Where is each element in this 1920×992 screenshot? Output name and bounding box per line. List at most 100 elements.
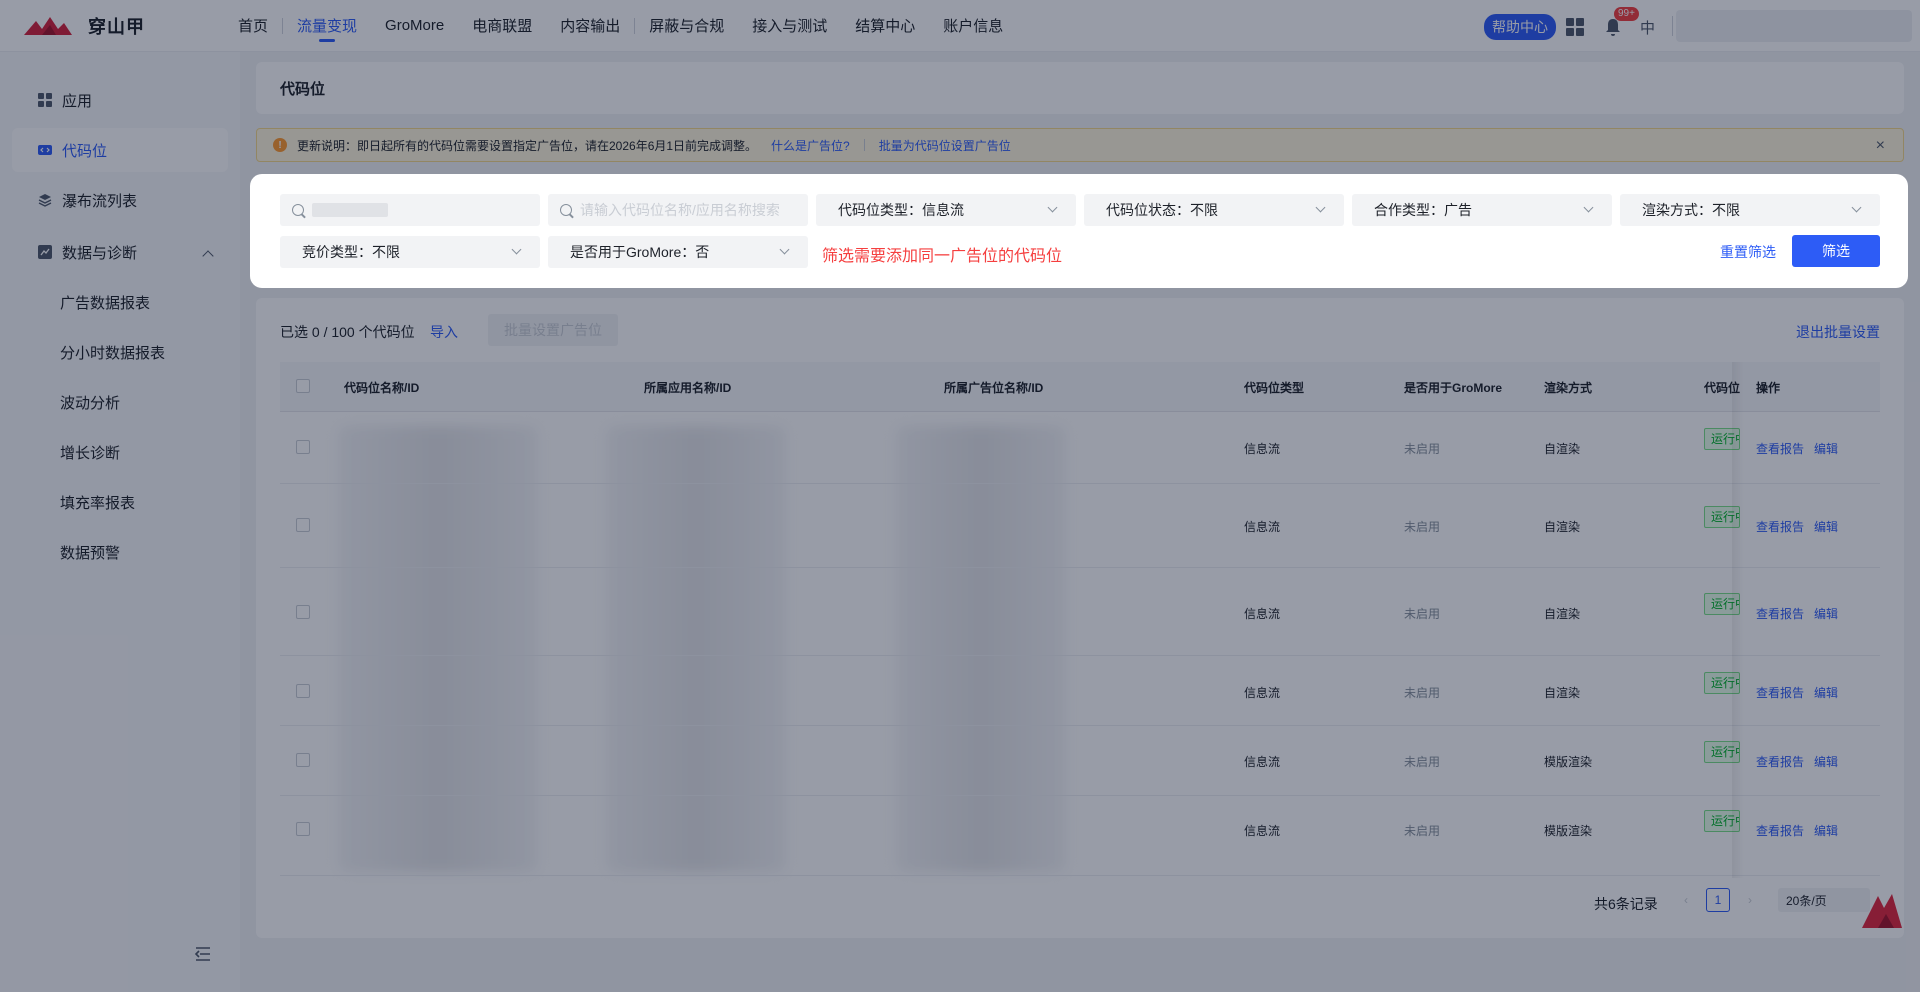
- table-row: 信息流 未启用 模版渲染 运行中 查看报告 编辑: [280, 726, 1880, 796]
- nav-compliance[interactable]: 屏蔽与合规: [649, 0, 724, 52]
- table-row: 信息流 未启用 自渲染 运行中 查看报告 编辑: [280, 412, 1880, 484]
- nav-gromore[interactable]: GroMore: [385, 0, 444, 52]
- view-report-link[interactable]: 查看报告: [1756, 684, 1804, 701]
- edit-link[interactable]: 编辑: [1814, 440, 1838, 457]
- sidebar-item-apps[interactable]: 应用: [12, 78, 228, 122]
- chevron-down-icon: [1047, 202, 1058, 213]
- view-report-link[interactable]: 查看报告: [1756, 605, 1804, 622]
- select-value: 代码位类型：信息流: [838, 202, 964, 218]
- edit-link[interactable]: 编辑: [1814, 518, 1838, 535]
- nav-content[interactable]: 内容输出: [560, 0, 620, 52]
- sidebar-sub-fluctuation[interactable]: 波动分析: [60, 392, 120, 413]
- edit-link[interactable]: 编辑: [1814, 605, 1838, 622]
- sidebar: 应用 代码位 瀑布流列表 数据与诊断 广告数据报表 分小时数据报表 波动分析 增…: [0, 52, 240, 992]
- sidebar-sub-fill-rate[interactable]: 填充率报表: [60, 492, 135, 513]
- col-app-name: 所属应用名称/ID: [644, 381, 732, 395]
- sidebar-sub-growth[interactable]: 增长诊断: [60, 442, 120, 463]
- sidebar-sub-hourly-report[interactable]: 分小时数据报表: [60, 342, 165, 363]
- bid-type-select[interactable]: 竞价类型：不限: [280, 236, 540, 268]
- code-slot-status-select[interactable]: 代码位状态：不限: [1084, 194, 1344, 226]
- nav-account[interactable]: 账户信息: [943, 0, 1003, 52]
- cell-gromore: 未启用: [1404, 520, 1441, 534]
- code-slot-type-select[interactable]: 代码位类型：信息流: [816, 194, 1076, 226]
- select-value: 竞价类型：不限: [302, 244, 400, 260]
- filter-button[interactable]: 筛选: [1792, 235, 1880, 267]
- search-icon: [560, 204, 572, 216]
- select-all-checkbox[interactable]: [296, 379, 310, 393]
- exit-batch-link[interactable]: 退出批量设置: [1796, 322, 1880, 342]
- row-checkbox[interactable]: [296, 684, 310, 698]
- nav-traffic-monetization[interactable]: 流量变现: [297, 0, 357, 52]
- cell-render: 自渲染: [1544, 686, 1581, 700]
- row-checkbox[interactable]: [296, 822, 310, 836]
- total-records: 共6条记录: [1594, 896, 1658, 912]
- view-report-link[interactable]: 查看报告: [1756, 440, 1804, 457]
- page-1-button[interactable]: 1: [1706, 888, 1730, 912]
- sidebar-sub-alert[interactable]: 数据预警: [60, 542, 120, 563]
- cell-type: 信息流: [1244, 686, 1281, 700]
- nav-divider: [634, 17, 636, 34]
- col-ad-slot-name: 所属广告位名称/ID: [944, 381, 1044, 395]
- import-link[interactable]: 导入: [430, 322, 458, 342]
- reset-filter-link[interactable]: 重置筛选: [1720, 242, 1776, 262]
- what-is-ad-slot-link[interactable]: 什么是广告位?: [771, 137, 850, 154]
- cell-gromore: 未启用: [1404, 824, 1441, 838]
- render-mode-select[interactable]: 渲染方式：不限: [1620, 194, 1880, 226]
- collapse-menu-icon[interactable]: [194, 946, 212, 962]
- pangolin-logo-icon: [24, 16, 72, 35]
- sidebar-item-data-diagnosis[interactable]: 数据与诊断: [12, 230, 228, 274]
- notification-bell[interactable]: 99+: [1604, 7, 1639, 37]
- selected-count: 已选 0 / 100 个代码位: [280, 324, 415, 340]
- edit-link[interactable]: 编辑: [1814, 753, 1838, 770]
- col-actions: 操作: [1756, 381, 1781, 395]
- help-center-button[interactable]: 帮助中心: [1484, 14, 1556, 40]
- chevron-down-icon: [779, 244, 790, 255]
- update-notice-banner: ! 更新说明：即日起所有的代码位需要设置指定广告位，请在2026年6月1日前完成…: [256, 128, 1904, 162]
- nav-settlement[interactable]: 结算中心: [855, 0, 915, 52]
- main-nav: 首页 流量变现 GroMore 电商联盟 内容输出 屏蔽与合规 接入与测试 结算…: [238, 0, 1031, 52]
- row-checkbox[interactable]: [296, 753, 310, 767]
- cell-render: 模版渲染: [1544, 755, 1593, 769]
- cooperation-type-select[interactable]: 合作类型：广告: [1352, 194, 1612, 226]
- batch-set-ad-slot-link[interactable]: 批量为代码位设置广告位: [879, 137, 1011, 154]
- nav-ecommerce[interactable]: 电商联盟: [472, 0, 532, 52]
- close-icon[interactable]: ×: [1876, 137, 1885, 155]
- view-report-link[interactable]: 查看报告: [1756, 753, 1804, 770]
- select-value: 合作类型：广告: [1374, 202, 1472, 218]
- nav-integration[interactable]: 接入与测试: [752, 0, 827, 52]
- row-checkbox[interactable]: [296, 440, 310, 454]
- floating-assistant-icon[interactable]: [1858, 888, 1904, 934]
- page-size-select[interactable]: 20条/页: [1778, 888, 1870, 912]
- row-checkbox[interactable]: [296, 518, 310, 532]
- notification-count-badge: 99+: [1614, 7, 1639, 21]
- sidebar-sub-ad-report[interactable]: 广告数据报表: [60, 292, 150, 313]
- sidebar-item-waterfall[interactable]: 瀑布流列表: [12, 178, 228, 222]
- edit-link[interactable]: 编辑: [1814, 822, 1838, 839]
- view-report-link[interactable]: 查看报告: [1756, 822, 1804, 839]
- language-switch[interactable]: 中: [1640, 17, 1655, 38]
- brand-logo[interactable]: 穿山甲: [22, 13, 212, 39]
- apps-grid-icon[interactable]: [1566, 18, 1584, 36]
- sidebar-item-code-slots[interactable]: 代码位: [12, 128, 228, 172]
- cell-type: 信息流: [1244, 442, 1281, 456]
- edit-link[interactable]: 编辑: [1814, 684, 1838, 701]
- row-checkbox[interactable]: [296, 605, 310, 619]
- data-chart-icon: [38, 245, 52, 259]
- nav-home[interactable]: 首页: [238, 0, 268, 52]
- notice-divider: [863, 139, 865, 151]
- col-render-mode: 渲染方式: [1544, 381, 1593, 395]
- chevron-down-icon: [1315, 202, 1326, 213]
- select-value: 是否用于GroMore：否: [570, 244, 710, 260]
- cell-render: 自渲染: [1544, 607, 1581, 621]
- prev-page-button[interactable]: ‹: [1674, 888, 1698, 912]
- redacted-search-value: [312, 203, 388, 217]
- sidebar-item-label: 代码位: [62, 142, 108, 160]
- user-account-box[interactable]: [1676, 10, 1912, 42]
- search-placeholder: 请输入代码位名称/应用名称搜索: [580, 202, 780, 218]
- view-report-link[interactable]: 查看报告: [1756, 518, 1804, 535]
- app-search-input[interactable]: [280, 194, 540, 226]
- next-page-button[interactable]: ›: [1738, 888, 1762, 912]
- gromore-usage-select[interactable]: 是否用于GroMore：否: [548, 236, 808, 268]
- code-slot-search-input[interactable]: 请输入代码位名称/应用名称搜索: [548, 194, 808, 226]
- batch-set-ad-slot-button[interactable]: 批量设置广告位: [488, 314, 618, 346]
